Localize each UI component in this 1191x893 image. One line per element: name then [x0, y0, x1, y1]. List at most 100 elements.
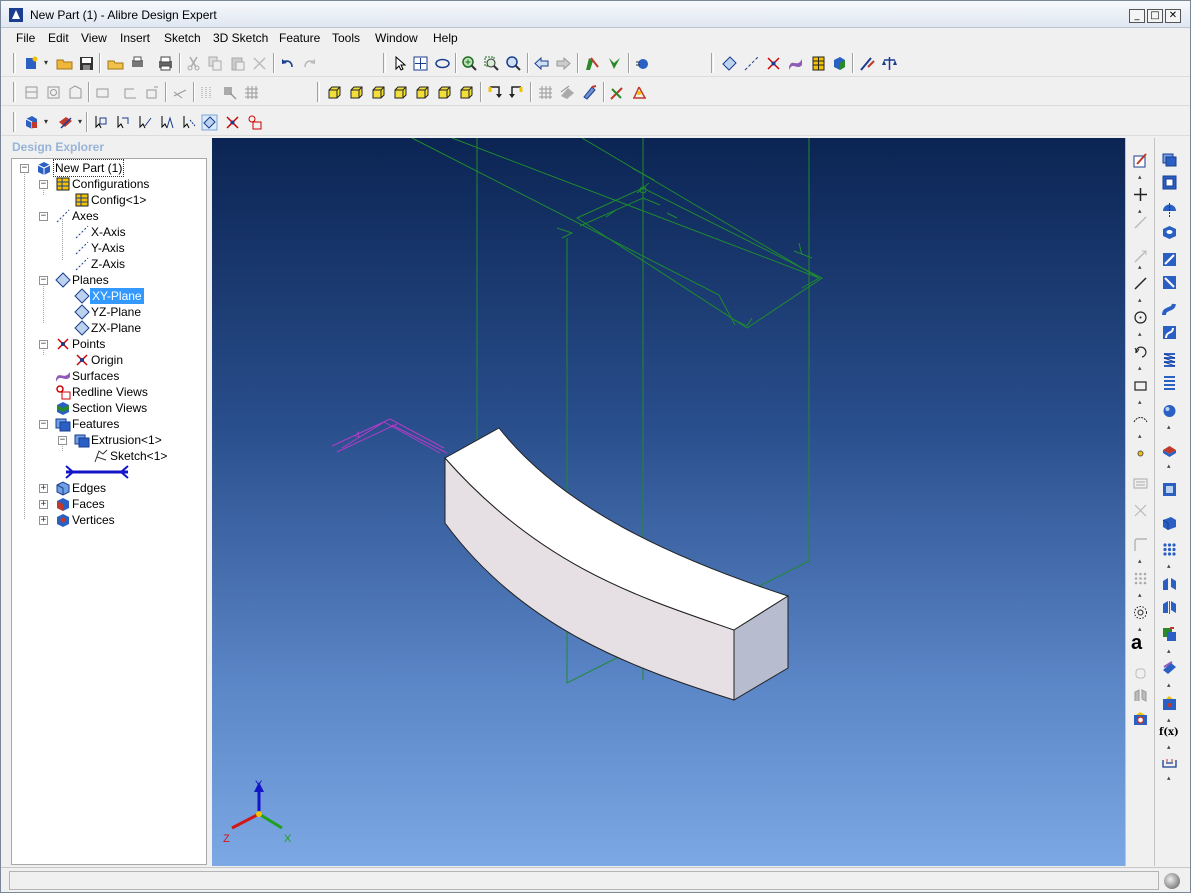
rotate-icon[interactable]: [434, 55, 451, 72]
tree-node-x-axis[interactable]: X-Axis: [12, 224, 202, 240]
menu-help[interactable]: Help: [433, 31, 458, 45]
open-folder-icon[interactable]: [56, 55, 73, 72]
print-icon[interactable]: [157, 55, 174, 72]
menu-window[interactable]: Window: [375, 31, 418, 45]
tree-node-redline-views[interactable]: Redline Views: [12, 384, 202, 400]
extrude-boss-icon[interactable]: [1161, 151, 1178, 168]
parts-icon[interactable]: [831, 55, 848, 72]
menu-view[interactable]: View: [81, 31, 107, 45]
flyout-arrow[interactable]: ▴: [1138, 558, 1143, 565]
extend-sketch-icon[interactable]: [1132, 536, 1149, 553]
select-points-icon[interactable]: [224, 114, 241, 131]
sketch-tool-icon-2[interactable]: [45, 84, 62, 101]
view-right-icon[interactable]: [436, 84, 453, 101]
rectangle-tool-icon[interactable]: [1132, 377, 1149, 394]
toolbar-grip[interactable]: [711, 53, 714, 73]
figure-tool-icon[interactable]: [1132, 665, 1149, 682]
sketch-tool-icon-3[interactable]: [67, 84, 84, 101]
mirror-sketch-icon[interactable]: [1132, 687, 1149, 704]
tree-node-y-axis[interactable]: Y-Axis: [12, 240, 202, 256]
flyout-arrow[interactable]: ▴: [1138, 174, 1143, 181]
tree-node-planes[interactable]: − Planes: [12, 272, 202, 288]
zoom-window-icon[interactable]: [483, 55, 500, 72]
hole-pattern-icon[interactable]: [1161, 541, 1178, 558]
dimension-tool-icon[interactable]: [1161, 754, 1178, 771]
flyout-arrow[interactable]: ▴: [1167, 744, 1172, 751]
physical-properties-icon[interactable]: [881, 55, 898, 72]
tree-node-extrusion1[interactable]: − Extrusion<1>: [12, 432, 202, 448]
sketch-edit-icon[interactable]: [609, 84, 626, 101]
dimension-value[interactable]: 4: [355, 430, 360, 440]
thicken-icon[interactable]: [1161, 660, 1178, 677]
tree-node-configurations[interactable]: − Configurations: [12, 176, 202, 192]
collapse-toggle[interactable]: −: [39, 420, 48, 429]
part-view-dropdown-arrow[interactable]: ▾: [44, 118, 50, 126]
revolve-boss-icon[interactable]: [1161, 201, 1178, 218]
section-dropdown-arrow[interactable]: ▾: [78, 118, 84, 126]
constraints-icon[interactable]: [631, 84, 648, 101]
sketch-tool-icon-8[interactable]: [199, 84, 216, 101]
select-filter-icon-2[interactable]: [114, 114, 131, 131]
helix-boss-icon[interactable]: [1161, 351, 1178, 368]
flyout-arrow[interactable]: ▴: [1167, 682, 1172, 689]
tree-node-vertices[interactable]: + Vertices: [12, 512, 202, 528]
measure-icon[interactable]: [859, 55, 876, 72]
tree-node-zx-plane[interactable]: ZX-Plane: [12, 320, 202, 336]
view-back-icon[interactable]: [348, 84, 365, 101]
equation-editor-icon[interactable]: f(x): [1159, 727, 1179, 738]
open-workspace-icon[interactable]: [107, 55, 124, 72]
table-icon[interactable]: [810, 55, 827, 72]
expand-toggle[interactable]: +: [39, 516, 48, 525]
cut-icon[interactable]: [185, 55, 202, 72]
text-tool-icon[interactable]: a: [1131, 632, 1142, 655]
sketch-tool-icon-6[interactable]: [144, 84, 161, 101]
select-filter-icon-1[interactable]: [92, 114, 109, 131]
menu-tools[interactable]: Tools: [332, 31, 360, 45]
sketch-color-bucket-icon[interactable]: [1132, 710, 1149, 727]
flyout-arrow[interactable]: ▴: [1138, 365, 1143, 372]
section-view-icon[interactable]: [57, 114, 74, 131]
next-view-icon[interactable]: [555, 55, 572, 72]
shell-icon[interactable]: [1161, 481, 1178, 498]
select-filter-icon-3[interactable]: [136, 114, 153, 131]
previous-view-icon[interactable]: [533, 55, 550, 72]
undo-icon[interactable]: [279, 55, 296, 72]
arc-tool-icon[interactable]: [1132, 343, 1149, 360]
flyout-arrow[interactable]: ▴: [1138, 264, 1143, 271]
collapse-toggle[interactable]: −: [39, 212, 48, 221]
plane-icon[interactable]: [721, 55, 738, 72]
collapse-toggle[interactable]: −: [58, 436, 67, 445]
circle-tool-icon[interactable]: [1132, 309, 1149, 326]
expand-toggle[interactable]: +: [39, 500, 48, 509]
save-icon[interactable]: [78, 55, 95, 72]
flyout-arrow[interactable]: ▴: [1138, 331, 1143, 338]
toolbar-grip[interactable]: [13, 53, 16, 73]
select-filter-icon-4[interactable]: [158, 114, 175, 131]
new-dropdown-arrow[interactable]: ▾: [44, 59, 50, 67]
trim-sketch-icon[interactable]: [1132, 502, 1149, 519]
flyout-arrow[interactable]: ▴: [1138, 433, 1143, 440]
design-explorer-tree[interactable]: − New Part (1) − Configurations Config<1…: [11, 158, 207, 865]
maximize-button[interactable]: □: [1147, 9, 1163, 23]
render-icon[interactable]: [634, 55, 651, 72]
flyout-arrow[interactable]: ▴: [1167, 563, 1172, 570]
helix-cut-icon[interactable]: [1161, 374, 1178, 391]
circular-pattern-icon[interactable]: [1132, 604, 1149, 621]
flyout-arrow[interactable]: ▴: [1138, 592, 1143, 599]
core-cavity-icon[interactable]: [1161, 695, 1178, 712]
view-left-icon[interactable]: [414, 84, 431, 101]
menu-feature[interactable]: Feature: [279, 31, 320, 45]
3d-viewport[interactable]: 4 Y X Z: [212, 138, 1125, 866]
collapse-toggle[interactable]: −: [39, 276, 48, 285]
activate-sketch-icon[interactable]: [1132, 152, 1149, 169]
trim-tool-icon[interactable]: [1132, 248, 1149, 265]
toolbar-grip[interactable]: [13, 82, 16, 102]
rotate-right-icon[interactable]: [508, 84, 525, 101]
tree-node-features[interactable]: − Features: [12, 416, 202, 432]
tree-node-root[interactable]: − New Part (1): [12, 159, 202, 177]
sketch-dimension[interactable]: [331, 418, 448, 454]
menu-3d-sketch[interactable]: 3D Sketch: [213, 31, 268, 45]
tree-node-z-axis[interactable]: Z-Axis: [12, 256, 202, 272]
boolean-icon[interactable]: [1161, 626, 1178, 643]
flyout-arrow[interactable]: ▴: [1167, 775, 1172, 782]
